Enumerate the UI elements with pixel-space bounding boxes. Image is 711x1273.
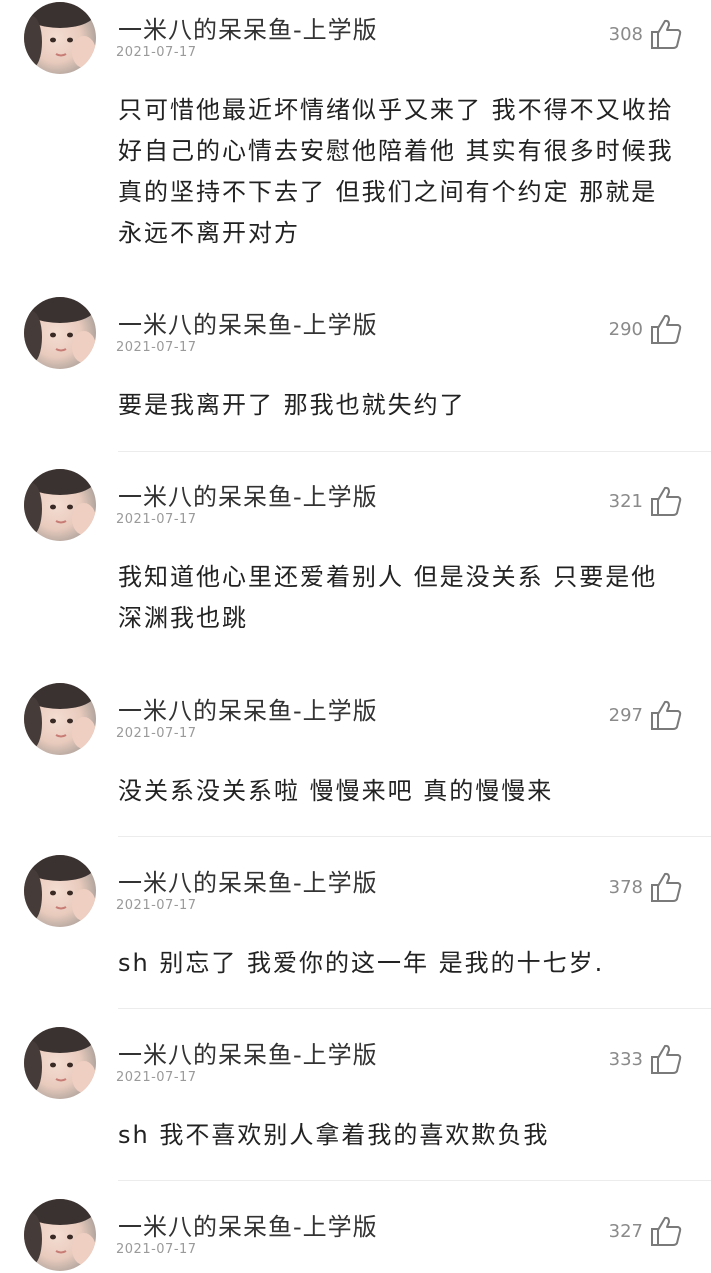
comment-date: 2021-07-17 xyxy=(116,1070,197,1085)
username[interactable]: 一米八的呆呆鱼-上学版 xyxy=(118,305,378,340)
comment-item: 一米八的呆呆鱼-上学版 2021-07-17 297 没关系没关系啦 慢慢来吧 … xyxy=(0,683,711,833)
comment-item: 一米八的呆呆鱼-上学版 2021-07-17 321 我知道他心里还爱着别人 但… xyxy=(0,469,711,669)
comment-date: 2021-07-17 xyxy=(116,726,197,741)
avatar[interactable] xyxy=(24,469,96,541)
thumbs-up-icon[interactable] xyxy=(649,18,683,50)
username[interactable]: 一米八的呆呆鱼-上学版 xyxy=(118,691,378,726)
comment-text: 只可惜他最近坏情绪似乎又来了 我不得不又收拾好自己的心情去安慰他陪着他 其实有很… xyxy=(118,96,674,247)
comment-date: 2021-07-17 xyxy=(116,45,197,60)
like-button[interactable]: 327 xyxy=(609,1215,683,1247)
comment-date: 2021-07-17 xyxy=(116,512,197,527)
avatar[interactable] xyxy=(24,855,96,927)
thumbs-up-icon[interactable] xyxy=(649,313,683,345)
avatar[interactable] xyxy=(24,683,96,755)
thumbs-up-icon[interactable] xyxy=(649,1043,683,1075)
comment-item: 一米八的呆呆鱼-上学版 2021-07-17 333 sh 我不喜欢别人拿着我的… xyxy=(0,1027,711,1177)
comment-item: 一米八的呆呆鱼-上学版 2021-07-17 378 sh 别忘了 我爱你的这一… xyxy=(0,855,711,1005)
username[interactable]: 一米八的呆呆鱼-上学版 xyxy=(118,1207,378,1242)
like-button[interactable]: 308 xyxy=(609,18,683,50)
like-button[interactable]: 378 xyxy=(609,871,683,903)
comment-text: sh 我不喜欢别人拿着我的喜欢欺负我 xyxy=(118,1121,550,1149)
comment-feed: 一米八的呆呆鱼-上学版 2021-07-17 308 只可惜他最近坏情绪似乎又来… xyxy=(0,0,711,1273)
comment-text: 没关系没关系啦 慢慢来吧 真的慢慢来 xyxy=(118,777,554,805)
divider xyxy=(118,1180,711,1181)
comment-item: 一米八的呆呆鱼-上学版 2021-07-17 290 要是我离开了 那我也就失约… xyxy=(0,297,711,447)
thumbs-up-icon[interactable] xyxy=(649,1215,683,1247)
comment-date: 2021-07-17 xyxy=(116,340,197,355)
thumbs-up-icon[interactable] xyxy=(649,485,683,517)
like-button[interactable]: 297 xyxy=(609,699,683,731)
like-button[interactable]: 290 xyxy=(609,313,683,345)
like-count: 321 xyxy=(608,490,643,512)
like-count: 327 xyxy=(608,1220,643,1242)
comment-text: sh 别忘了 我爱你的这一年 是我的十七岁. xyxy=(118,949,605,977)
avatar[interactable] xyxy=(24,1199,96,1271)
avatar[interactable] xyxy=(24,1027,96,1099)
thumbs-up-icon[interactable] xyxy=(649,699,683,731)
like-count: 290 xyxy=(608,318,643,340)
like-count: 333 xyxy=(608,1048,643,1070)
username[interactable]: 一米八的呆呆鱼-上学版 xyxy=(118,863,378,898)
like-count: 297 xyxy=(608,704,643,726)
comment-item: 一米八的呆呆鱼-上学版 2021-07-17 308 只可惜他最近坏情绪似乎又来… xyxy=(0,2,711,292)
avatar[interactable] xyxy=(24,297,96,369)
comment-text: 要是我离开了 那我也就失约了 xyxy=(118,391,466,419)
username[interactable]: 一米八的呆呆鱼-上学版 xyxy=(118,1035,378,1070)
like-count: 378 xyxy=(608,876,643,898)
like-button[interactable]: 333 xyxy=(609,1043,683,1075)
thumbs-up-icon[interactable] xyxy=(649,871,683,903)
divider xyxy=(118,451,711,452)
comment-text: 我知道他心里还爱着别人 但是没关系 只要是他深渊我也跳 xyxy=(118,563,658,632)
like-count: 308 xyxy=(608,23,643,45)
username[interactable]: 一米八的呆呆鱼-上学版 xyxy=(118,10,378,45)
comment-date: 2021-07-17 xyxy=(116,1242,197,1257)
comment-item: 一米八的呆呆鱼-上学版 2021-07-17 327 xyxy=(0,1199,711,1273)
divider xyxy=(118,1008,711,1009)
like-button[interactable]: 321 xyxy=(609,485,683,517)
username[interactable]: 一米八的呆呆鱼-上学版 xyxy=(118,477,378,512)
divider xyxy=(118,836,711,837)
comment-date: 2021-07-17 xyxy=(116,898,197,913)
avatar[interactable] xyxy=(24,2,96,74)
